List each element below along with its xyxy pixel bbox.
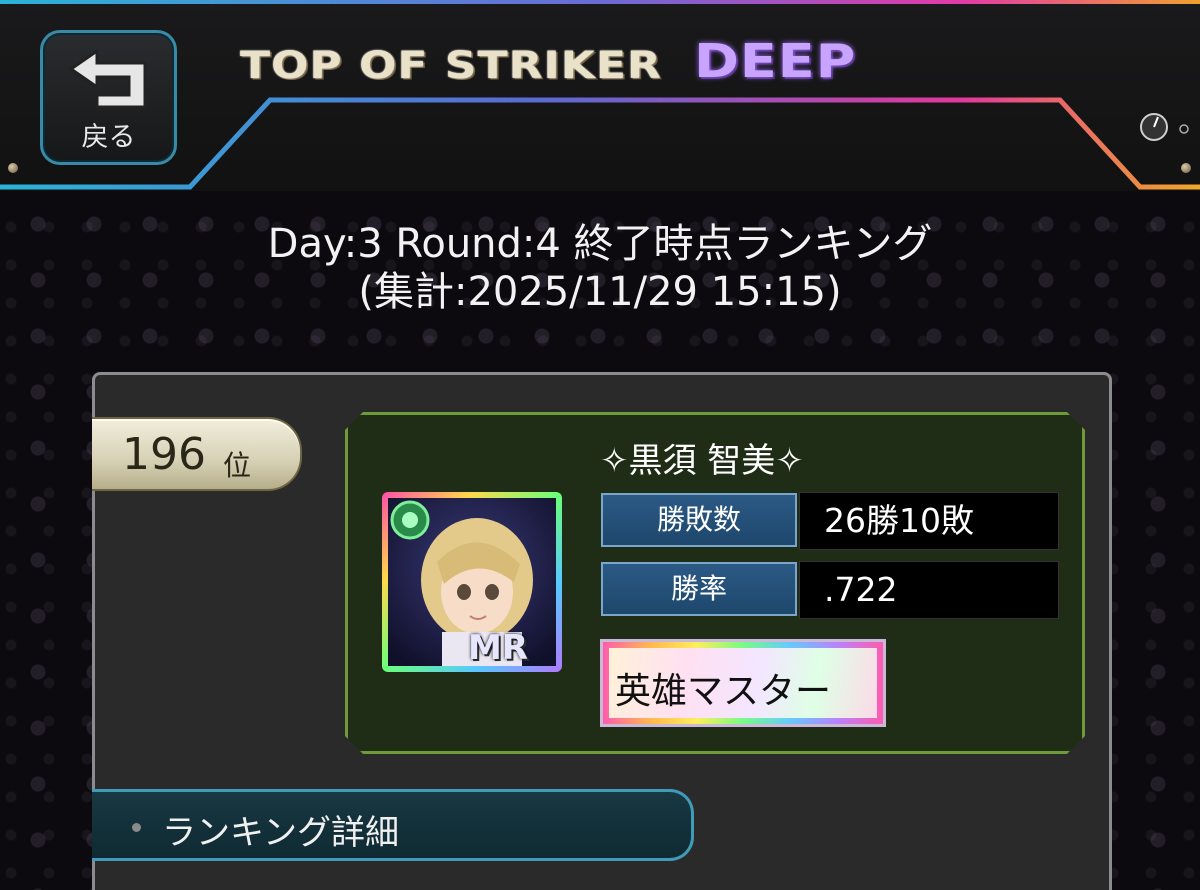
stat-value-winrate: .722 (799, 561, 1059, 619)
ranking-detail-label: ランキング詳細 (162, 813, 399, 853)
rivet-icon (8, 163, 18, 173)
back-label: 戻る (81, 122, 136, 153)
logo-main-text: TOP OF STRIKER (240, 43, 662, 88)
player-name: ✧黒須 智美✧ (600, 441, 804, 481)
stat-label-record: 勝敗数 (601, 493, 797, 547)
bullet-icon (132, 823, 141, 832)
character-card-portrait[interactable]: MR (382, 492, 562, 672)
rank-unit: 位 (223, 449, 252, 482)
ranking-title-line2: (集計:2025/11/29 15:15) (358, 269, 842, 315)
card-rarity-label: MR (468, 628, 529, 668)
rank-number: 196 (122, 429, 206, 480)
volume-knob-icon[interactable] (1122, 103, 1198, 159)
ranking-title: Day:3 Round:4 終了時点ランキング (集計:2025/11/29 1… (0, 220, 1200, 316)
back-button[interactable]: 戻る (40, 30, 177, 165)
stat-label-winrate: 勝率 (601, 562, 797, 616)
game-logo: TOP OF STRIKER DEEP (240, 30, 856, 90)
rivet-icon (1181, 163, 1191, 173)
logo-sub-text: DEEP (694, 34, 857, 89)
rank-badge: 196 位 (92, 417, 302, 491)
header-bar: 戻る TOP OF STRIKER DEEP (0, 0, 1200, 199)
player-title-text: 英雄マスター (615, 671, 832, 712)
ranking-title-line1: Day:3 Round:4 終了時点ランキング (267, 221, 933, 267)
player-title-badge: 英雄マスター (600, 639, 886, 727)
back-arrow-icon (68, 48, 147, 109)
ranking-detail-button[interactable]: ランキング詳細 (92, 789, 694, 861)
stat-value-record: 26勝10敗 (799, 492, 1059, 550)
